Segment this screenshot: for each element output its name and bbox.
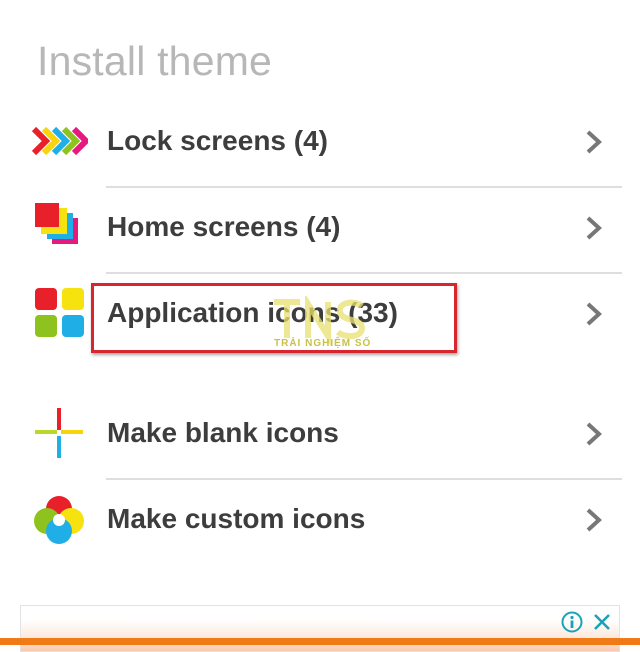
menu-item-make-blank-icons[interactable]: Make blank icons (0, 390, 640, 476)
menu-item-label: Home screens (4) (107, 211, 341, 242)
plus-cross-icon (35, 408, 83, 458)
info-icon[interactable] (561, 611, 583, 633)
menu-item-make-custom-icons[interactable]: Make custom icons (0, 476, 640, 562)
chevron-right-icon (586, 216, 602, 240)
page-title: Install theme (37, 38, 273, 84)
arrows-icon (31, 126, 88, 156)
menu-item-home-screens[interactable]: Home screens (4) (0, 184, 640, 270)
chevron-right-icon (586, 302, 602, 326)
app-grid-icon (35, 288, 84, 337)
menu-item-lock-screens[interactable]: Lock screens (4) (0, 98, 640, 184)
close-icon[interactable] (592, 612, 612, 632)
chevron-right-icon (586, 508, 602, 532)
chevron-right-icon (586, 422, 602, 446)
chevron-right-icon (586, 130, 602, 154)
menu-item-label: Make custom icons (107, 503, 366, 534)
color-wheel-icon (34, 496, 84, 544)
menu-item-label: Make blank icons (107, 417, 339, 448)
watermark-text: TRẢI NGHIỆM SỐ (274, 338, 372, 349)
ad-bar (0, 638, 640, 645)
stacked-squares-icon (35, 203, 78, 244)
menu-item-label: Lock screens (4) (107, 125, 328, 156)
